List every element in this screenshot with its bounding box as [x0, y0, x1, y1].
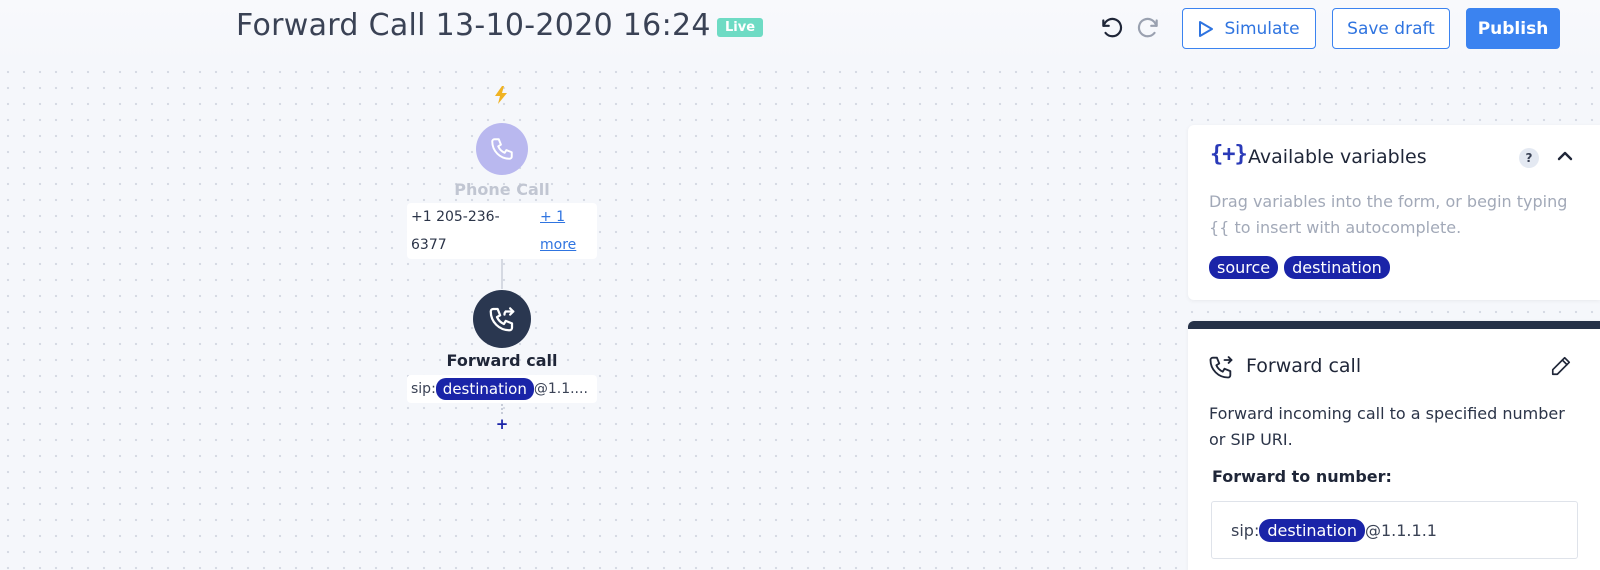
action-label: Forward call: [446, 351, 558, 370]
help-icon[interactable]: ?: [1519, 148, 1539, 168]
trigger-number: +1 205-236- 6377: [411, 203, 521, 259]
edit-icon[interactable]: [1550, 355, 1572, 377]
forward-panel-title: Forward call: [1246, 355, 1362, 377]
action-value: sip: destination @1.1....: [407, 375, 597, 403]
play-icon: [1199, 20, 1214, 37]
forward-call-action-node[interactable]: [473, 290, 531, 348]
more-numbers-link[interactable]: + 1 more: [540, 203, 590, 259]
simulate-label: Simulate: [1224, 18, 1300, 39]
top-bar: Forward Call 13-10-2020 16:24 Live Simul…: [0, 0, 1600, 62]
undo-button[interactable]: [1097, 13, 1127, 43]
add-step-button[interactable]: +: [493, 415, 511, 433]
phone-forward-icon: [1209, 356, 1233, 379]
phone-icon: [491, 138, 513, 160]
more-link-line1: + 1: [540, 209, 566, 225]
more-link-line2: more: [540, 237, 577, 253]
available-variables-panel: {+} Available variables ? Drag variables…: [1188, 125, 1600, 300]
variable-chip-destination[interactable]: destination: [1284, 256, 1390, 279]
variable-chip-destination: destination: [435, 378, 534, 400]
save-draft-button[interactable]: Save draft: [1332, 8, 1450, 49]
variables-description: Drag variables into the form, or begin t…: [1209, 192, 1568, 237]
forward-call-panel: Forward call Forward incoming call to a …: [1188, 321, 1600, 570]
variables-panel-title: Available variables: [1248, 146, 1427, 168]
action-value-suffix: @1.1....: [533, 381, 588, 397]
redo-button[interactable]: [1133, 13, 1163, 43]
forward-description: Forward incoming call to a specified num…: [1209, 404, 1565, 449]
phone-forward-icon: [489, 307, 515, 332]
forward-input-prefix: sip:: [1231, 520, 1260, 540]
simulate-button[interactable]: Simulate: [1182, 8, 1316, 49]
undo-icon: [1102, 17, 1123, 38]
action-value-prefix: sip:: [411, 381, 436, 397]
trigger-card: +1 205-236- 6377 + 1 more: [407, 203, 597, 259]
forward-input-suffix: @1.1.1.1: [1364, 520, 1437, 540]
flow-connector: [501, 259, 503, 289]
add-step-connector: [501, 404, 503, 414]
chevron-up-icon[interactable]: [1556, 149, 1574, 163]
variable-chip-destination: destination: [1259, 518, 1365, 542]
status-badge: Live: [717, 18, 764, 37]
curly-braces-plus-icon: {+}: [1210, 142, 1248, 167]
page-title: Forward Call 13-10-2020 16:24: [236, 8, 711, 43]
forward-number-input[interactable]: sip: destination @1.1.1.1: [1211, 501, 1578, 559]
trigger-number-line2: 6377: [411, 237, 447, 253]
trigger-number-line1: +1 205-236-: [411, 209, 500, 225]
redo-icon: [1137, 17, 1158, 38]
publish-button[interactable]: Publish: [1466, 8, 1560, 49]
forward-number-label: Forward to number:: [1212, 467, 1392, 486]
variable-chip-source[interactable]: source: [1209, 256, 1279, 279]
trigger-label: Phone Call: [454, 180, 550, 199]
variables-list: source destination: [1209, 256, 1390, 279]
phone-call-trigger-node[interactable]: [476, 123, 528, 175]
lightning-icon: [495, 86, 507, 104]
